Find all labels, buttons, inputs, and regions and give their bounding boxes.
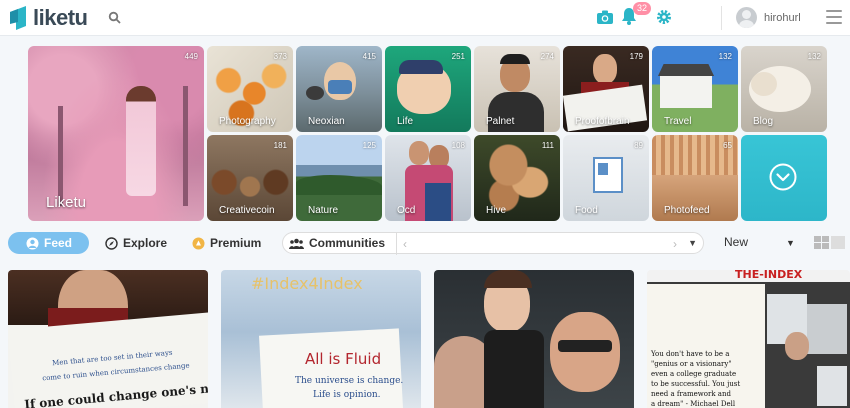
avatar[interactable] (736, 7, 757, 28)
tab-feed[interactable]: Feed (8, 232, 89, 254)
post-caption: a dream" - Michael Dell (651, 400, 736, 408)
tile-count: 108 (451, 141, 465, 150)
post-card[interactable]: Men that are too set in their ways come … (8, 270, 208, 408)
tile-count: 125 (362, 141, 376, 150)
tab-feed-label: Feed (44, 236, 73, 250)
tab-explore[interactable]: Explore (105, 232, 167, 254)
premium-icon (192, 237, 205, 249)
gear-icon[interactable] (656, 9, 672, 25)
community-tile-proofofbrain[interactable]: 179 Proofofbrain (563, 46, 649, 132)
community-tile-travel[interactable]: 132 Travel (652, 46, 738, 132)
chevron-left-icon[interactable]: ‹ (403, 237, 407, 251)
brand-name[interactable]: liketu (33, 5, 88, 31)
tab-explore-label: Explore (123, 236, 168, 250)
tile-label: Photography (219, 116, 276, 127)
compass-icon (105, 236, 118, 250)
communities-label: Communities (309, 236, 386, 250)
tile-count: 132 (807, 52, 821, 61)
tile-label: Photofeed (664, 205, 710, 216)
dropdown-caret-icon[interactable]: ▼ (688, 238, 697, 248)
community-users-icon (289, 238, 304, 249)
communities-selector[interactable]: Communities ‹ › ▼ (282, 232, 704, 255)
community-tile-ocd[interactable]: 108 Ocd (385, 135, 471, 221)
post-caption: All is Fluid (305, 350, 382, 368)
post-card[interactable]: THE-INDEX You don't have to be a "genius… (647, 270, 850, 408)
tile-count: 415 (362, 52, 376, 61)
post-caption: to be successful. You just (651, 380, 741, 388)
post-caption: You don't have to be a (651, 350, 730, 358)
community-tile-blog[interactable]: 132 Blog (741, 46, 827, 132)
chevron-right-icon[interactable]: › (673, 237, 677, 251)
tile-count: 181 (273, 141, 287, 150)
camera-icon[interactable] (596, 9, 614, 25)
tile-label: Proofofbrain (575, 116, 630, 127)
community-tile-nature[interactable]: 125 Nature (296, 135, 382, 221)
tile-count: 449 (184, 52, 198, 61)
tile-label: Travel (664, 116, 692, 127)
search-icon[interactable] (108, 11, 122, 25)
featured-community-tile[interactable]: 449 Liketu (28, 46, 204, 221)
tile-label: Food (575, 205, 598, 216)
layout-toggle-icon[interactable] (814, 236, 845, 250)
tile-count: 111 (541, 141, 554, 150)
community-tile-neoxian[interactable]: 415 Neoxian (296, 46, 382, 132)
communities-divider (396, 233, 397, 255)
more-communities-tile[interactable] (741, 135, 827, 221)
tab-premium[interactable]: Premium (192, 232, 261, 254)
chevron-down-icon[interactable] (769, 163, 797, 191)
post-card[interactable] (434, 270, 634, 408)
community-tile-palnet[interactable]: 274 Palnet (474, 46, 560, 132)
tile-count: 251 (451, 52, 465, 61)
tile-label: Nature (308, 205, 339, 216)
tile-count: 132 (718, 52, 732, 61)
community-tile-food[interactable]: 89 Food (563, 135, 649, 221)
tile-label: Ocd (397, 205, 416, 216)
hamburger-menu-icon[interactable] (826, 10, 842, 24)
header-divider (721, 6, 722, 30)
notification-badge[interactable]: 32 (633, 2, 651, 15)
tile-count: 373 (273, 52, 287, 61)
tile-count: 89 (634, 141, 643, 150)
tile-label: Liketu (46, 194, 87, 211)
post-caption: need a framework and (651, 390, 731, 398)
liketu-logo-icon[interactable] (8, 4, 28, 30)
tile-label: Neoxian (308, 116, 345, 127)
tile-label: Blog (753, 116, 774, 127)
tile-count: 274 (540, 52, 554, 61)
sort-select[interactable]: New (724, 235, 748, 249)
post-caption: even a college graduate (651, 370, 737, 378)
community-tile-photography[interactable]: 373 Photography (207, 46, 293, 132)
community-tile-life[interactable]: 251 Life (385, 46, 471, 132)
user-icon (26, 237, 39, 249)
community-tile-photofeed[interactable]: 65 Photofeed (652, 135, 738, 221)
tile-label: Creativecoin (219, 205, 275, 216)
tab-premium-label: Premium (210, 236, 262, 250)
tile-count: 179 (629, 52, 643, 61)
tile-count: 65 (723, 141, 732, 150)
community-tile-hive[interactable]: 111 Hive (474, 135, 560, 221)
post-caption: "genius or a visionary" (651, 360, 732, 368)
post-card[interactable]: #Index4Index All is Fluid The universe i… (221, 270, 421, 408)
post-caption: THE-INDEX (735, 270, 803, 281)
username[interactable]: hirohurl (764, 12, 801, 24)
tile-label: Life (397, 116, 414, 127)
post-caption: Life is opinion. (313, 390, 381, 400)
tile-label: Hive (486, 205, 507, 216)
sort-caret-icon[interactable]: ▼ (786, 238, 795, 248)
top-bar: liketu 32 hirohurl (0, 0, 850, 36)
community-tile-creativecoin[interactable]: 181 Creativecoin (207, 135, 293, 221)
tile-label: Palnet (486, 116, 515, 127)
post-caption: #Index4Index (251, 274, 363, 293)
post-caption: The universe is change. (295, 376, 404, 386)
